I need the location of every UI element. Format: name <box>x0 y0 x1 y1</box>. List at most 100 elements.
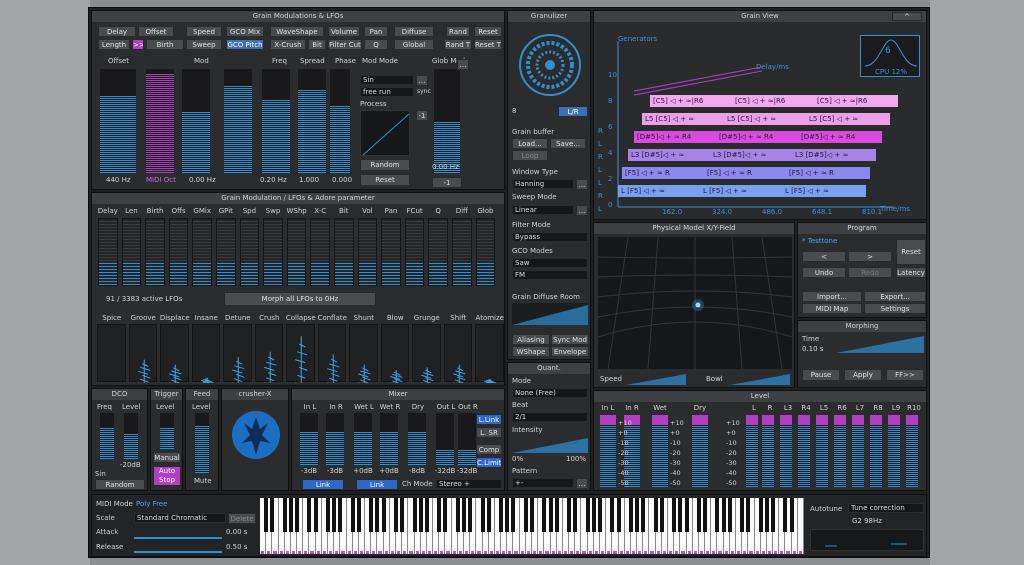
piano-black-key[interactable] <box>678 498 683 532</box>
adore-column-slider[interactable] <box>168 218 189 286</box>
window-type-dots[interactable]: ... <box>576 179 588 190</box>
effect-slot[interactable] <box>254 324 283 387</box>
mod-target-button[interactable]: >> <box>132 39 144 50</box>
release-slider[interactable] <box>134 551 222 553</box>
mod-target-button[interactable]: Delay <box>98 26 136 37</box>
piano-black-key[interactable] <box>375 498 380 532</box>
piano-black-key[interactable] <box>412 498 417 532</box>
mod-target-button[interactable]: Pan <box>364 26 388 37</box>
mixer-fader[interactable] <box>458 413 476 465</box>
piano-black-key[interactable] <box>455 498 460 532</box>
piano-black-key[interactable] <box>270 498 275 532</box>
grain-note-bar[interactable]: [F5] ◁ + ≈ R <box>622 167 706 179</box>
mixer-fader[interactable] <box>300 413 318 465</box>
adore-column-slider[interactable] <box>263 218 283 286</box>
effect-slot[interactable] <box>349 324 378 387</box>
piano-black-key[interactable] <box>567 498 572 532</box>
mixer-fader[interactable] <box>326 413 344 465</box>
effect-slot[interactable] <box>97 324 126 382</box>
piano-black-key[interactable] <box>789 498 794 532</box>
trigger-level-slider[interactable] <box>160 413 174 449</box>
piano-black-key[interactable] <box>394 498 398 532</box>
mod-target-button[interactable]: Speed <box>186 26 222 37</box>
mod-target-button[interactable]: Offset <box>138 26 174 37</box>
mod-target-button[interactable]: Reset <box>474 26 502 37</box>
intensity-slider[interactable] <box>512 437 588 453</box>
mod-target-button[interactable]: GCO Mix <box>226 26 264 37</box>
mod-target-button[interactable]: Rand <box>446 26 470 37</box>
adore-column-slider[interactable] <box>334 218 354 286</box>
piano-black-key[interactable] <box>740 498 745 532</box>
effect-slot[interactable] <box>443 324 472 387</box>
granulizer-knob-icon[interactable] <box>508 25 592 105</box>
piano-black-key[interactable] <box>771 498 776 532</box>
c-limit-button[interactable]: C.Limit <box>476 457 502 468</box>
morph-time-slider[interactable] <box>836 335 924 353</box>
piano-black-key[interactable] <box>480 498 485 532</box>
piano-black-key[interactable] <box>499 498 504 532</box>
piano-black-key[interactable] <box>381 498 386 532</box>
grain-note-bar[interactable]: [D#5]◁ + ≈ R4 <box>634 131 718 143</box>
process-curve-display[interactable] <box>360 110 410 156</box>
dco-level-slider[interactable] <box>124 413 138 459</box>
effect-slot[interactable] <box>475 324 504 387</box>
piano-black-key[interactable] <box>764 498 769 532</box>
window-type-select[interactable]: Hanning <box>512 179 574 189</box>
adore-column-slider[interactable] <box>239 218 260 286</box>
adore-column-slider[interactable] <box>357 218 378 286</box>
grain-note-bar[interactable]: L3 [D#5]◁ + ≈ <box>792 149 876 161</box>
latency-button[interactable]: Latency <box>896 267 926 278</box>
apply-button[interactable]: Apply <box>844 369 882 381</box>
piano-black-key[interactable] <box>573 498 578 532</box>
effect-slot[interactable] <box>286 324 315 387</box>
mod-target-button[interactable]: Birth <box>146 39 184 50</box>
piano-black-key[interactable] <box>635 498 640 532</box>
mixer-fader[interactable] <box>408 413 426 465</box>
mod-target-button[interactable]: Length <box>98 39 130 50</box>
program-next-button[interactable]: > <box>848 251 892 262</box>
mod-target-button[interactable]: Filter Cut <box>328 39 362 50</box>
piano-black-key[interactable] <box>505 498 510 532</box>
effect-slot[interactable] <box>160 324 189 387</box>
auto-stop-button[interactable]: Auto Stop <box>153 466 181 486</box>
loop-button[interactable]: Loop <box>512 150 548 161</box>
piano-black-key[interactable] <box>437 498 442 532</box>
lr-button[interactable]: L/R <box>558 106 588 117</box>
mixer-link-button-1[interactable]: Link <box>302 479 344 490</box>
adore-column-slider[interactable] <box>98 218 118 286</box>
piano-black-key[interactable] <box>511 498 516 532</box>
mod-slider[interactable] <box>434 69 460 173</box>
piano-black-key[interactable] <box>721 498 726 532</box>
piano-black-key[interactable] <box>746 498 751 532</box>
piano-black-key[interactable] <box>264 498 269 532</box>
morph-all-lfos-button[interactable]: Morph all LFOs to 0Hz <box>224 292 376 306</box>
grain-note-bar[interactable]: L5 [C5] ◁ + ≈ <box>806 113 890 125</box>
piano-black-key[interactable] <box>591 498 596 532</box>
piano-black-key[interactable] <box>462 498 466 532</box>
adore-column-slider[interactable] <box>404 218 425 286</box>
effect-slot[interactable] <box>412 324 441 387</box>
redo-button[interactable]: Redo <box>848 267 892 278</box>
process-neg-button[interactable]: -1 <box>416 110 428 121</box>
adore-column-slider[interactable] <box>145 218 165 286</box>
attack-slider[interactable] <box>134 537 222 539</box>
piano-black-key[interactable] <box>585 498 590 532</box>
feed-level-slider[interactable] <box>195 413 209 473</box>
adore-column-slider[interactable] <box>452 218 472 286</box>
l-link-button[interactable]: L.Link <box>476 414 502 425</box>
envelope-button[interactable]: Envelope <box>551 346 589 357</box>
piano-keyboard[interactable] <box>260 498 804 554</box>
effect-slot[interactable] <box>128 324 157 387</box>
mod-target-button[interactable]: Reset T <box>474 39 502 50</box>
mod-target-button[interactable]: Bit <box>308 39 326 50</box>
grain-note-bar[interactable]: [D#5]◁ + ≈ R4 <box>716 131 800 143</box>
adore-column-slider[interactable] <box>475 218 496 286</box>
piano-black-key[interactable] <box>418 498 423 532</box>
grain-note-bar[interactable]: [F5] ◁ + ≈ R <box>704 167 788 179</box>
mod-slider[interactable] <box>330 69 350 173</box>
piano-black-key[interactable] <box>684 498 689 532</box>
mute-label[interactable]: Mute <box>194 477 212 485</box>
piano-black-key[interactable] <box>468 498 473 532</box>
piano-black-key[interactable] <box>282 498 287 532</box>
piano-black-key[interactable] <box>338 498 343 532</box>
